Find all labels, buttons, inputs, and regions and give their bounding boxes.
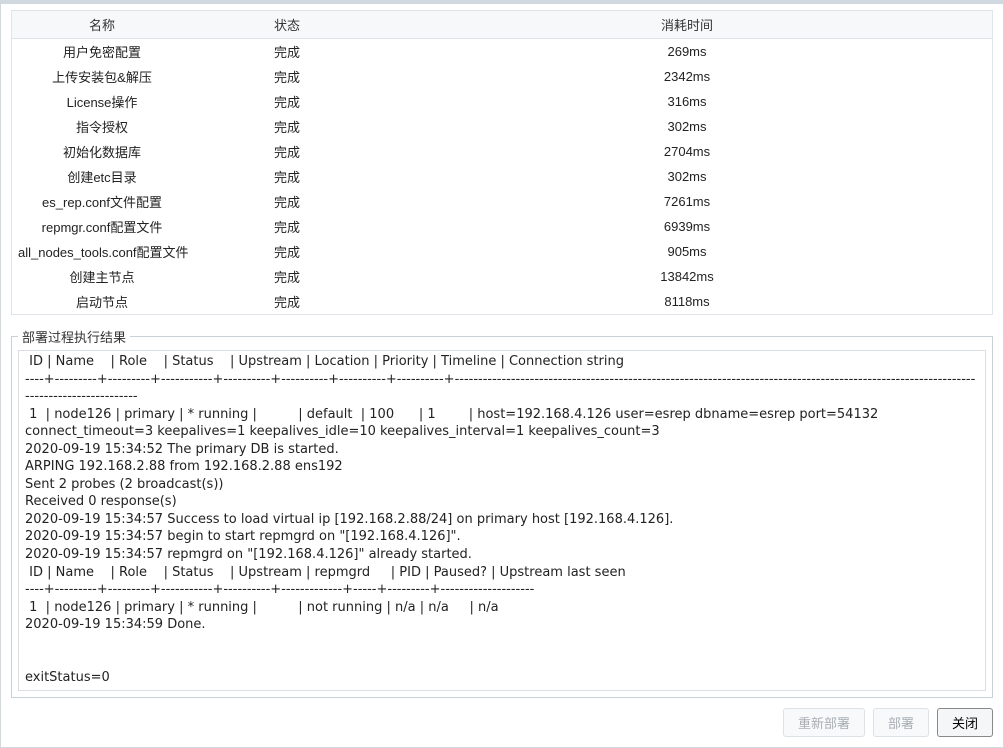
table-row: 上传安装包&解压完成2342ms xyxy=(12,64,992,89)
table-row: 启动节点完成8118ms xyxy=(12,289,992,314)
cell-state: 完成 xyxy=(192,64,382,89)
cell-state: 完成 xyxy=(192,264,382,289)
redeploy-button: 重新部署 xyxy=(783,708,865,737)
table-row: 创建主节点完成13842ms xyxy=(12,264,992,289)
cell-time: 302ms xyxy=(382,114,992,139)
cell-state: 完成 xyxy=(192,164,382,189)
cell-name: es_rep.conf文件配置 xyxy=(12,189,192,214)
cell-time: 2342ms xyxy=(382,64,992,89)
table-row: 指令授权完成302ms xyxy=(12,114,992,139)
button-row: 重新部署 部署 关闭 xyxy=(11,698,993,737)
cell-state: 完成 xyxy=(192,189,382,214)
cell-time: 8118ms xyxy=(382,289,992,314)
cell-time: 13842ms xyxy=(382,264,992,289)
table-row: repmgr.conf配置文件完成6939ms xyxy=(12,214,992,239)
table-row: License操作完成316ms xyxy=(12,89,992,114)
cell-time: 2704ms xyxy=(382,139,992,164)
close-button[interactable]: 关闭 xyxy=(937,708,993,737)
table-row: 创建etc目录完成302ms xyxy=(12,164,992,189)
result-fieldset: 部署过程执行结果 ID | Name | Role | Status | Ups… xyxy=(11,327,993,698)
cell-name: 创建主节点 xyxy=(12,264,192,289)
table-row: 用户免密配置完成269ms xyxy=(12,39,992,65)
col-header-time: 消耗时间 xyxy=(382,11,992,39)
result-log[interactable]: ID | Name | Role | Status | Upstream | L… xyxy=(18,350,986,691)
result-legend: 部署过程执行结果 xyxy=(18,327,130,346)
cell-name: License操作 xyxy=(12,89,192,114)
deploy-dialog: 名称 状态 消耗时间 用户免密配置完成269ms上传安装包&解压完成2342ms… xyxy=(0,0,1004,748)
cell-name: repmgr.conf配置文件 xyxy=(12,214,192,239)
col-header-name: 名称 xyxy=(12,11,192,39)
cell-time: 6939ms xyxy=(382,214,992,239)
progress-table-wrap: 名称 状态 消耗时间 用户免密配置完成269ms上传安装包&解压完成2342ms… xyxy=(11,10,993,315)
progress-table: 名称 状态 消耗时间 用户免密配置完成269ms上传安装包&解压完成2342ms… xyxy=(12,11,992,314)
cell-name: 上传安装包&解压 xyxy=(12,64,192,89)
cell-state: 完成 xyxy=(192,39,382,65)
cell-name: 启动节点 xyxy=(12,289,192,314)
cell-name: 创建etc目录 xyxy=(12,164,192,189)
cell-state: 完成 xyxy=(192,114,382,139)
cell-time: 316ms xyxy=(382,89,992,114)
cell-name: 初始化数据库 xyxy=(12,139,192,164)
cell-state: 完成 xyxy=(192,239,382,264)
cell-state: 完成 xyxy=(192,289,382,314)
table-row: 初始化数据库完成2704ms xyxy=(12,139,992,164)
cell-state: 完成 xyxy=(192,139,382,164)
cell-name: 指令授权 xyxy=(12,114,192,139)
cell-state: 完成 xyxy=(192,89,382,114)
cell-time: 7261ms xyxy=(382,189,992,214)
cell-time: 269ms xyxy=(382,39,992,65)
cell-time: 302ms xyxy=(382,164,992,189)
cell-time: 905ms xyxy=(382,239,992,264)
cell-name: all_nodes_tools.conf配置文件 xyxy=(12,239,192,264)
table-row: all_nodes_tools.conf配置文件完成905ms xyxy=(12,239,992,264)
col-header-state: 状态 xyxy=(192,11,382,39)
cell-name: 用户免密配置 xyxy=(12,39,192,65)
deploy-button: 部署 xyxy=(873,708,929,737)
table-row: es_rep.conf文件配置完成7261ms xyxy=(12,189,992,214)
cell-state: 完成 xyxy=(192,214,382,239)
